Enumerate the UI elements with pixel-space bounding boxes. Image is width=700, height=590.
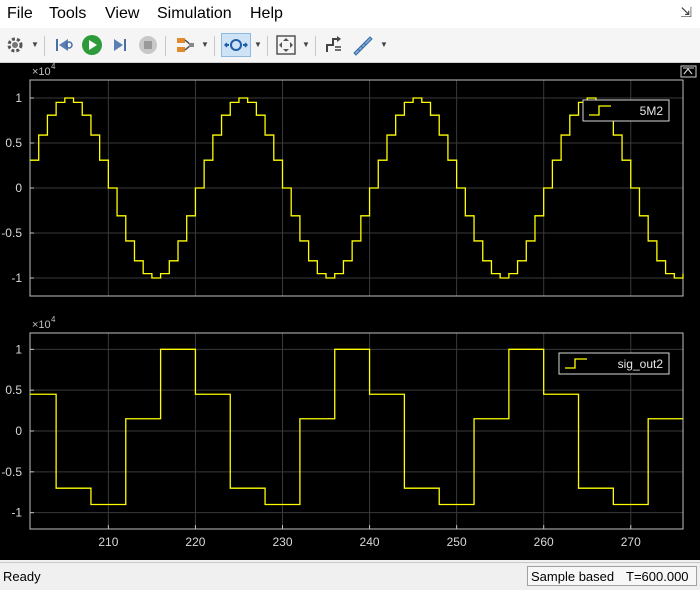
plot-2-xtick-label: 240 [360,535,380,549]
plot-2-ytick-label: -1 [11,506,22,520]
measurements-dropdown-icon[interactable]: ▼ [380,40,388,49]
signal-selector-icon[interactable] [173,33,197,57]
menu-bar: File Tools View Simulation Help ⇲ [0,0,700,28]
plot-1-ytick-label: 1 [15,91,22,105]
restore-layout-icon[interactable] [680,65,697,78]
settings-icon[interactable] [3,33,27,57]
triggers-icon[interactable] [322,33,346,57]
measurements-icon[interactable] [350,33,374,57]
plot-2-exponent-label: ×10 [32,319,51,331]
plot-2-xtick-label: 230 [272,535,292,549]
plot-2-ytick-label: 0 [15,424,22,438]
plot-2-exponent-power: 4 [51,315,56,324]
plot-1-legend-label: 5M2 [640,104,664,118]
plot-2-xtick-label: 210 [98,535,118,549]
toolbar-separator [165,36,166,56]
status-ready-text: Ready [3,569,41,584]
menu-help[interactable]: Help [250,5,283,23]
stop-icon[interactable] [136,33,160,57]
plot-2-xtick-label: 250 [447,535,467,549]
toolbar-separator [267,36,268,56]
menu-overflow-icon[interactable]: ⇲ [680,4,692,21]
plot-1-exponent-label: ×10 [32,66,51,78]
status-sample-mode: Sample based [531,569,615,584]
plot-2-ytick-label: -0.5 [1,465,22,479]
run-icon[interactable] [80,33,104,57]
toolbar-separator [315,36,316,56]
status-time: T=600.000 [626,569,689,584]
fit-dropdown-icon[interactable]: ▼ [302,40,310,49]
status-bar: Ready Sample based T=600.000 [0,562,700,590]
plot-1-ytick-label: 0.5 [5,136,22,150]
toolbar-separator [44,36,45,56]
plot-1-ytick-label: 0 [15,181,22,195]
zoom-in-icon[interactable] [221,33,251,57]
plot-2-xtick-label: 270 [621,535,641,549]
scope-svg: -1-0.500.51×10 45M2-1-0.500.51×10 4sig_out… [1,62,697,549]
settings-dropdown-icon[interactable]: ▼ [31,40,39,49]
plot-2-xtick-label: 260 [534,535,554,549]
status-box: Sample based T=600.000 [527,566,697,586]
toolbar: ▼ ▼ ▼ ▼ ▼ [0,28,700,63]
step-forward-icon[interactable] [108,33,132,57]
plot-2-ytick-label: 0.5 [5,383,22,397]
plot-1-ytick-label: -0.5 [1,226,22,240]
signal-selector-dropdown-icon[interactable]: ▼ [201,40,209,49]
plot-2-xtick-label: 220 [185,535,205,549]
scope-plot-area: -1 -0.5 0 0.5 1 ×10 4 5M2 -1 -0.5 0 0.5 1 ×10 4 sig_out… [0,62,700,560]
menu-tools[interactable]: Tools [49,5,86,23]
menu-view[interactable]: View [105,5,139,23]
plot-1-exponent-power: 4 [51,63,56,71]
zoom-dropdown-icon[interactable]: ▼ [254,40,262,49]
menu-file[interactable]: File [7,5,33,23]
plot-2-legend-label: sig_out2 [618,357,664,371]
step-back-icon[interactable] [52,33,76,57]
plot-2-ytick-label: 1 [15,342,22,356]
fit-to-view-icon[interactable] [274,33,298,57]
toolbar-separator [214,36,215,56]
plot-1-ytick-label: -1 [11,271,22,285]
menu-simulation[interactable]: Simulation [157,5,232,23]
